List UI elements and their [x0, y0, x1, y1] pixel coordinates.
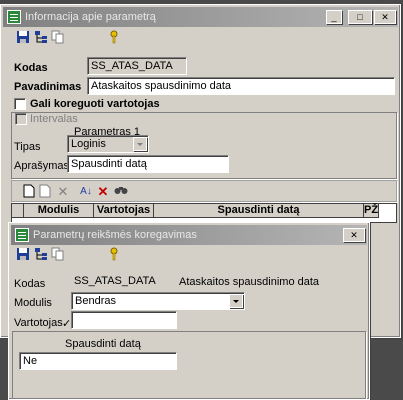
- tree-icon[interactable]: [33, 247, 49, 263]
- modulis-select[interactable]: Bendras: [71, 292, 245, 310]
- sort-icon[interactable]: A↓: [78, 184, 94, 200]
- main-window-title: Informacija apie parametrą: [25, 11, 156, 23]
- edit-icon[interactable]: [37, 184, 53, 200]
- new-icon[interactable]: [21, 184, 37, 200]
- tipas-dropdown-icon: [133, 137, 147, 151]
- main-title-bar[interactable]: Informacija apie parametrą _ □ ✕: [3, 7, 398, 27]
- edit-title-bar[interactable]: Parametrų reikšmės koregavimas ✕: [11, 225, 367, 245]
- edit-kodas-label: Kodas: [14, 278, 46, 290]
- cancel-icon[interactable]: ✕: [95, 184, 111, 200]
- column-modulis[interactable]: Modulis: [24, 204, 94, 218]
- edit-kodas-description: Ataskaitos spausdinimo data: [179, 276, 320, 288]
- aprasymas-field[interactable]: Spausdinti datą: [67, 155, 229, 173]
- values-grid[interactable]: Modulis Vartotojas Spausdinti datą PŽ: [11, 203, 397, 223]
- app-icon: [7, 10, 21, 24]
- find-icon[interactable]: [113, 184, 129, 200]
- pavadinimas-field[interactable]: Ataskaitos spausdinimo data: [87, 77, 395, 95]
- delete-icon[interactable]: ✕: [55, 184, 71, 200]
- tipas-select: Loginis: [67, 135, 149, 153]
- close-button[interactable]: ✕: [374, 10, 396, 24]
- gali-koreguoti-label: Gali koreguoti vartotojas: [30, 98, 160, 110]
- key-icon[interactable]: [106, 247, 122, 263]
- value-field[interactable]: Ne: [19, 352, 177, 370]
- modulis-value: Bendras: [75, 295, 116, 307]
- value-caption: Spausdinti datą: [65, 338, 141, 350]
- kodas-field: SS_ATAS_DATA: [87, 57, 187, 75]
- edit-close-button[interactable]: ✕: [343, 228, 365, 242]
- tipas-value: Loginis: [71, 138, 106, 150]
- vartotojas-field[interactable]: [71, 311, 177, 329]
- edit-window: Parametrų reikšmės koregavimas ✕ Kodas S…: [8, 222, 370, 400]
- column-spausdinti-data[interactable]: Spausdinti datą: [154, 204, 364, 218]
- tree-icon[interactable]: [33, 30, 49, 46]
- intervalas-checkbox: [15, 113, 27, 125]
- edit-modulis-label: Modulis: [14, 297, 52, 309]
- key-icon[interactable]: [106, 30, 122, 46]
- edit-app-icon: [15, 228, 29, 242]
- save-icon[interactable]: [15, 30, 31, 46]
- copy-icon[interactable]: [50, 247, 66, 263]
- column-vartotojas[interactable]: Vartotojas: [94, 204, 154, 218]
- gali-koreguoti-checkbox[interactable]: [14, 98, 26, 110]
- kodas-label: Kodas: [14, 62, 48, 74]
- intervalas-label: Intervalas: [30, 113, 78, 125]
- edit-vartotojas-label: Vartotojas: [14, 317, 63, 329]
- tipas-label: Tipas: [14, 141, 41, 153]
- vartotojas-check-icon: ✓: [62, 318, 72, 330]
- column-pz[interactable]: PŽ: [364, 204, 379, 218]
- modulis-dropdown-icon[interactable]: [229, 294, 243, 308]
- edit-kodas-field: SS_ATAS_DATA: [71, 273, 177, 291]
- aprasymas-label: Aprašymas: [14, 160, 70, 172]
- edit-window-title: Parametrų reikšmės koregavimas: [33, 229, 197, 241]
- grid-corner: [12, 204, 24, 218]
- pavadinimas-label: Pavadinimas: [14, 81, 82, 93]
- minimize-button[interactable]: _: [326, 10, 342, 24]
- copy-icon[interactable]: [50, 30, 66, 46]
- maximize-button[interactable]: □: [348, 10, 372, 24]
- save-icon[interactable]: [15, 247, 31, 263]
